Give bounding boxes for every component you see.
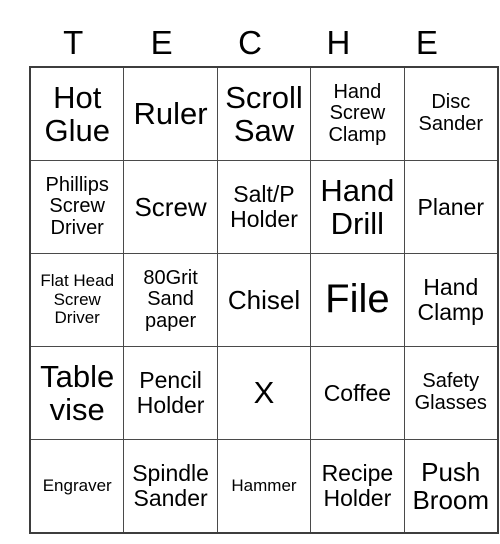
- bingo-cell-label: Salt/P Holder: [230, 181, 298, 232]
- bingo-cell[interactable]: Hand Clamp: [403, 253, 499, 347]
- bingo-cell[interactable]: Table vise: [29, 346, 125, 440]
- bingo-cell-label: Pencil Holder: [136, 367, 205, 418]
- bingo-cell[interactable]: Salt/P Holder: [216, 160, 312, 254]
- bingo-cell-label: File: [325, 277, 390, 322]
- bingo-cell[interactable]: Spindle Sander: [123, 439, 218, 534]
- bingo-header-letter-1: E: [150, 23, 173, 61]
- bingo-cell-label: Table vise: [40, 358, 115, 427]
- bingo-cell-label: Disc Sander: [418, 91, 484, 135]
- bingo-header-letter-4: E: [415, 23, 438, 61]
- bingo-cell[interactable]: Screw: [123, 160, 218, 254]
- bingo-row: Flat Head Screw Driver 80Grit Sand paper…: [29, 253, 499, 347]
- bingo-header-letter-3: H: [326, 23, 351, 61]
- bingo-cell[interactable]: Planer: [403, 160, 499, 254]
- bingo-cell-label: Recipe Holder: [321, 460, 394, 511]
- bingo-cell[interactable]: Scroll Saw: [216, 66, 312, 161]
- bingo-cell[interactable]: File: [310, 253, 405, 347]
- bingo-cell-label: Scroll Saw: [225, 79, 303, 148]
- bingo-cell-label: Planer: [417, 193, 484, 220]
- bingo-header-letter-0: T: [63, 23, 84, 61]
- bingo-cell[interactable]: Hammer: [216, 439, 312, 534]
- bingo-row: Table vise Pencil Holder X Coffee Safety…: [29, 346, 499, 440]
- bingo-card: T E C H E Hot Glue Ruler Scroll Saw Hand…: [29, 18, 499, 534]
- bingo-cell-label: Engraver: [42, 475, 112, 495]
- bingo-cell-label: Safety Glasses: [414, 370, 487, 414]
- bingo-cell-label: Screw: [134, 191, 207, 222]
- bingo-cell[interactable]: Flat Head Screw Driver: [29, 253, 125, 347]
- bingo-row: Engraver Spindle Sander Hammer Recipe Ho…: [29, 439, 499, 534]
- bingo-cell-label: Flat Head Screw Driver: [40, 271, 115, 328]
- bingo-cell-label: Hammer: [231, 475, 297, 495]
- bingo-row: Phillips Screw Driver Screw Salt/P Holde…: [29, 160, 499, 254]
- bingo-cell-label: Push Broom: [412, 456, 490, 515]
- bingo-cell[interactable]: Engraver: [29, 439, 125, 534]
- bingo-cell-label: Ruler: [133, 96, 208, 132]
- bingo-cell[interactable]: Hand Screw Clamp: [310, 66, 405, 161]
- bingo-cell-label: Hand Drill: [320, 172, 395, 241]
- bingo-cell-label: Hot Glue: [44, 79, 110, 148]
- bingo-cell[interactable]: 80Grit Sand paper: [123, 253, 218, 347]
- bingo-cell[interactable]: Chisel: [216, 253, 312, 347]
- bingo-cell[interactable]: Pencil Holder: [123, 346, 218, 440]
- bingo-cell-label: Coffee: [323, 379, 392, 406]
- bingo-cell[interactable]: Phillips Screw Driver: [29, 160, 125, 254]
- bingo-cell[interactable]: Coffee: [310, 346, 405, 440]
- bingo-cell-label: Chisel: [227, 284, 301, 315]
- bingo-header-letter-2: C: [238, 23, 262, 61]
- bingo-grid: Hot Glue Ruler Scroll Saw Hand Screw Cla…: [29, 66, 499, 534]
- bingo-cell-free-space[interactable]: X: [216, 346, 312, 440]
- bingo-cell-label: Hand Screw Clamp: [328, 80, 387, 146]
- bingo-cell-label: Hand Clamp: [417, 274, 484, 325]
- bingo-cell[interactable]: Push Broom: [403, 439, 499, 534]
- bingo-row: Hot Glue Ruler Scroll Saw Hand Screw Cla…: [29, 66, 499, 161]
- bingo-free-space-label: X: [253, 375, 275, 411]
- bingo-cell[interactable]: Hand Drill: [310, 160, 405, 254]
- bingo-cell[interactable]: Recipe Holder: [310, 439, 405, 534]
- bingo-cell[interactable]: Disc Sander: [403, 66, 499, 161]
- bingo-header-row: T E C H E: [29, 18, 471, 66]
- bingo-cell[interactable]: Hot Glue: [29, 66, 125, 161]
- bingo-cell-label: 80Grit Sand paper: [143, 266, 198, 332]
- bingo-cell-label: Phillips Screw Driver: [45, 173, 109, 239]
- bingo-cell-label: Spindle Sander: [132, 460, 209, 511]
- bingo-cell[interactable]: Safety Glasses: [403, 346, 499, 440]
- bingo-cell[interactable]: Ruler: [123, 66, 218, 161]
